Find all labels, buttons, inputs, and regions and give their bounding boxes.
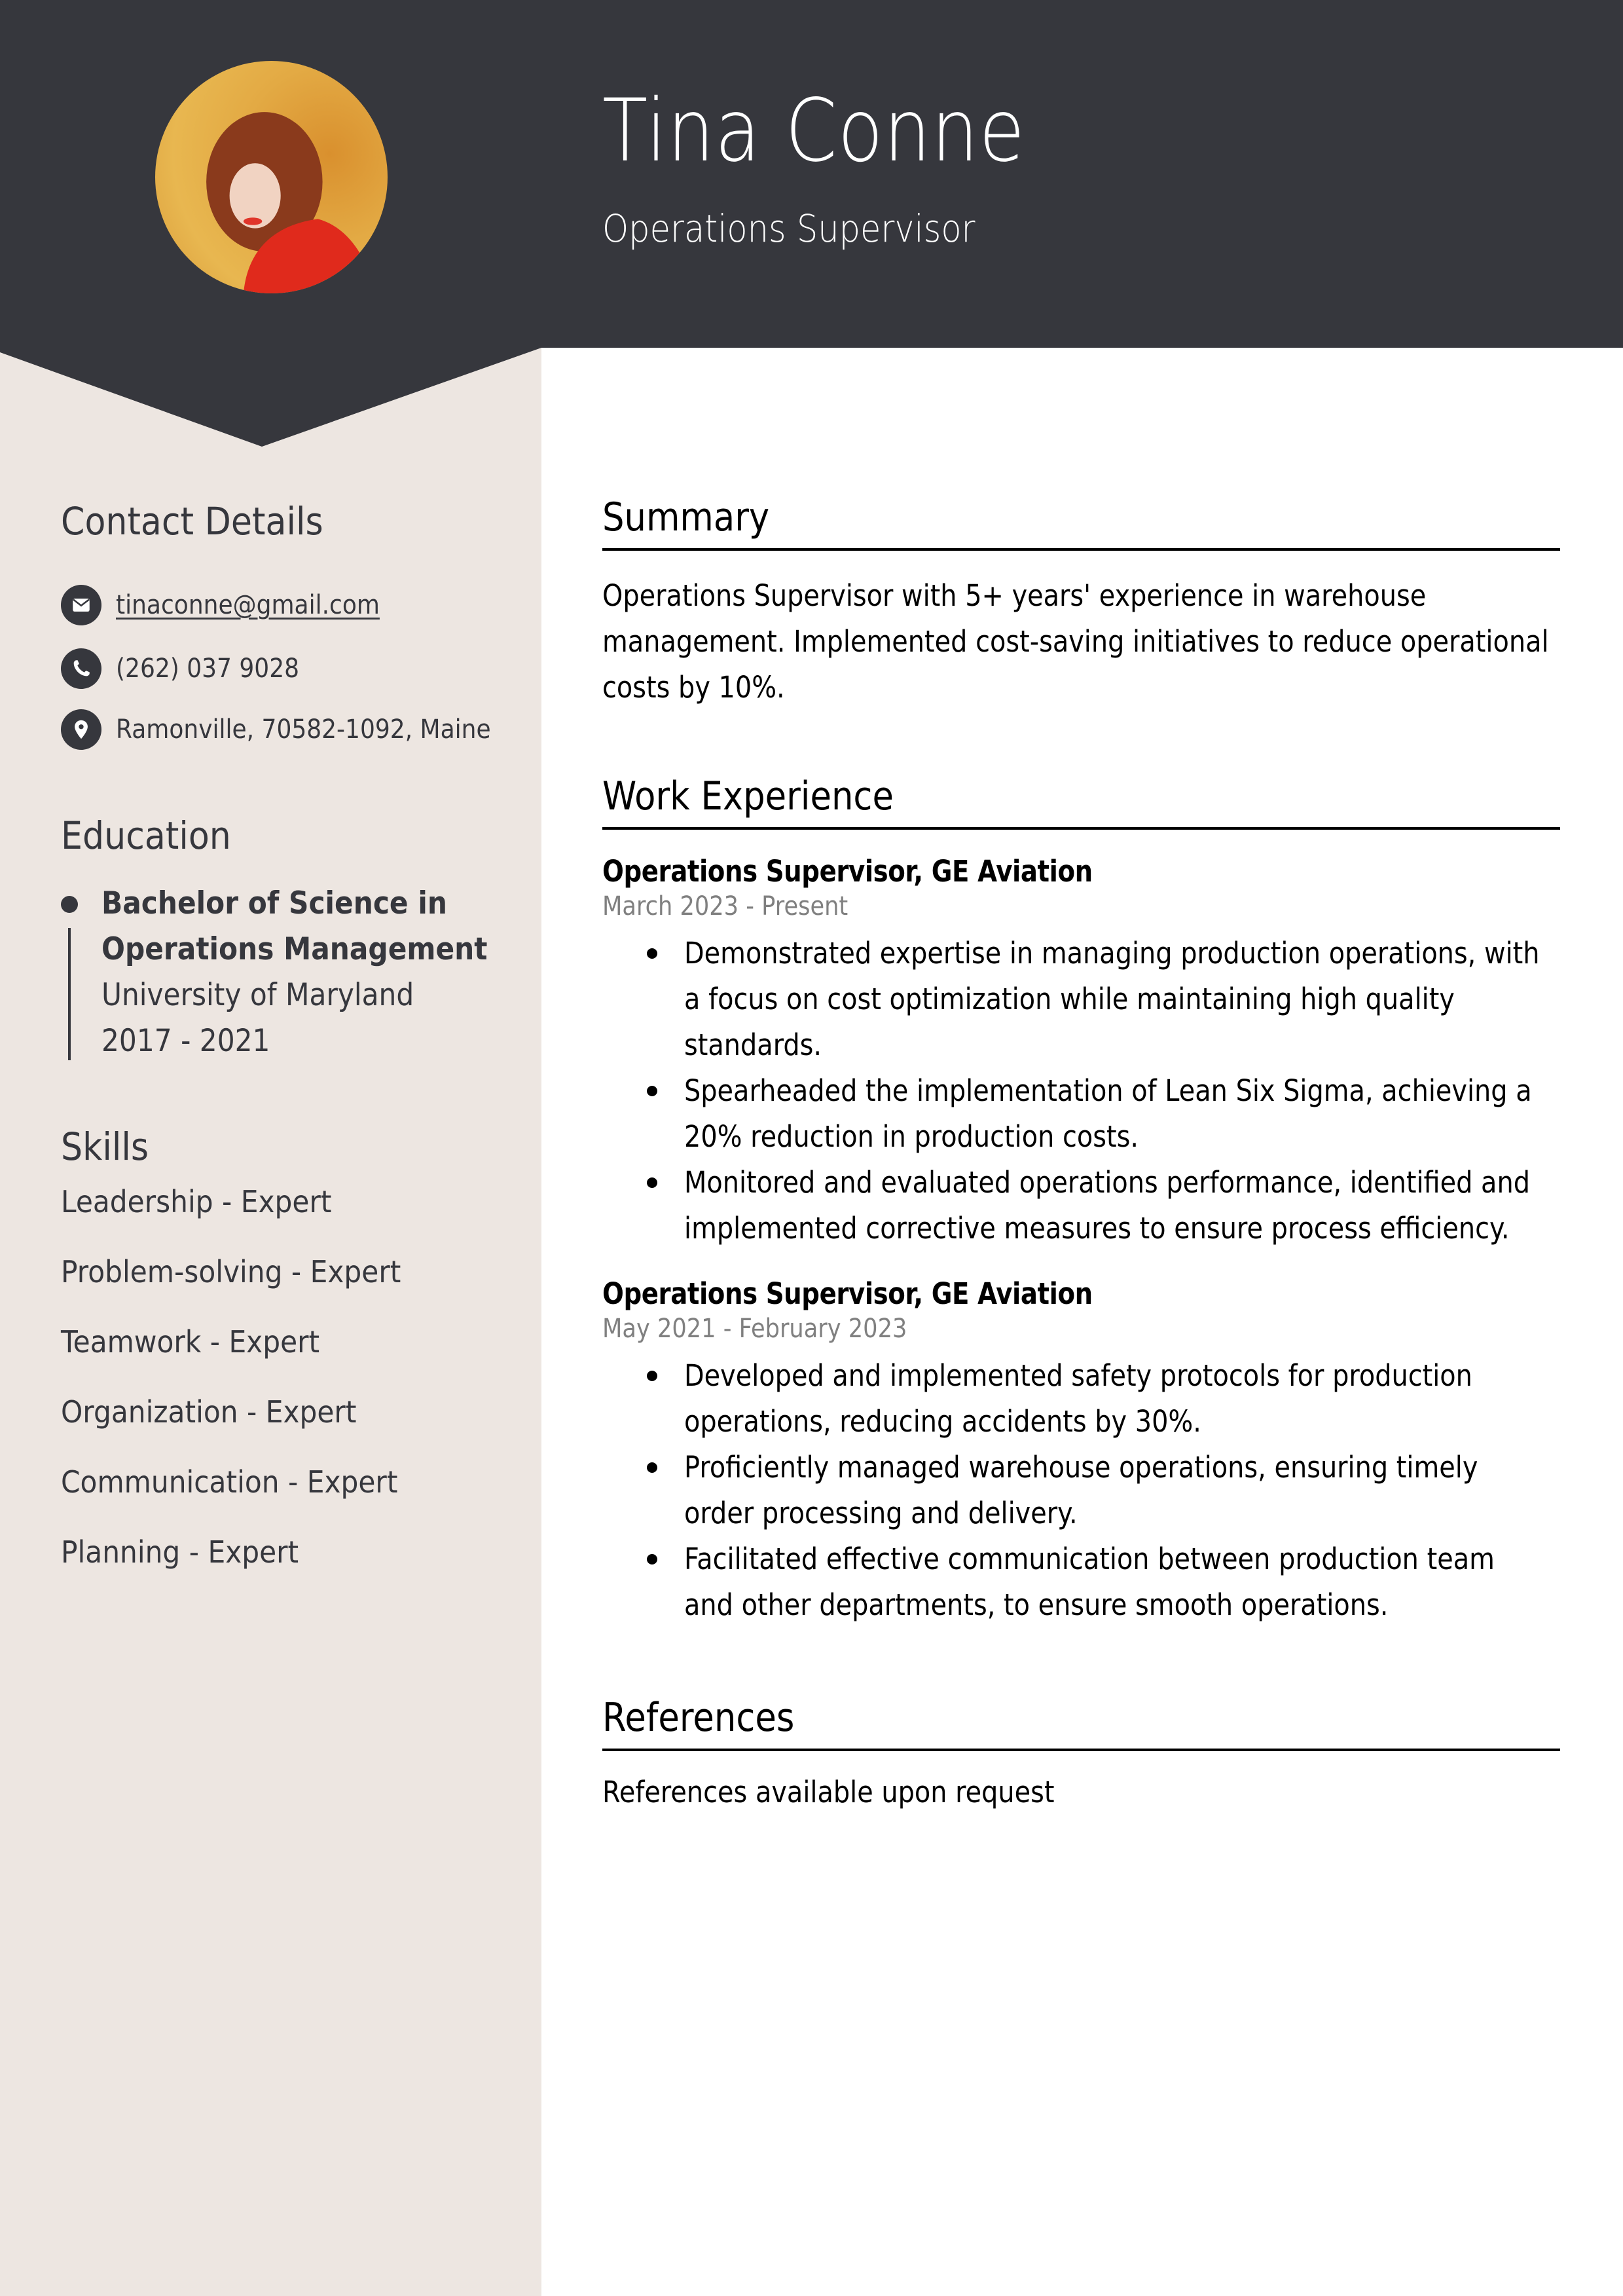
section-divider (602, 827, 1560, 830)
summary-line: costs by 10%. (602, 670, 785, 705)
bullet-icon (647, 1086, 657, 1096)
experience-section: Work Experience Operations Supervisor, G… (602, 773, 1560, 1622)
bullet-icon (647, 1554, 657, 1565)
skill-item: Communication - Expert (61, 1464, 398, 1500)
job-entry: Operations Supervisor, GE Aviation May 2… (602, 1276, 1623, 1628)
references-text: References available upon request (602, 1775, 1055, 1809)
skill-item: Teamwork - Expert (61, 1324, 320, 1360)
bullet-icon (647, 1371, 657, 1381)
job-bullet: Monitored and evaluated operations perfo… (602, 1160, 1623, 1251)
summary-line: Operations Supervisor with 5+ years' exp… (602, 578, 1427, 613)
job-bullet: Developed and implemented safety protoco… (602, 1353, 1623, 1445)
contact-phone: (262) 037 9028 (61, 648, 319, 689)
school-name: University of Maryland (101, 977, 414, 1013)
education-years: 2017 - 2021 (101, 1023, 270, 1059)
job-bullets: Demonstrated expertise in managing produ… (602, 931, 1623, 1251)
bullet-icon (647, 1177, 657, 1188)
education-heading: Education (61, 813, 231, 858)
skill-item: Leadership - Expert (61, 1184, 332, 1219)
section-divider (602, 548, 1560, 551)
summary-line: management. Implemented cost-saving init… (602, 624, 1549, 659)
job-dates: May 2021 - February 2023 (602, 1314, 907, 1344)
job-bullet: Proficiently managed warehouse operation… (602, 1445, 1623, 1536)
references-heading: References (602, 1695, 795, 1741)
timeline-line (68, 928, 71, 1060)
job-bullet: Demonstrated expertise in managing produ… (602, 931, 1623, 1068)
summary-heading: Summary (602, 494, 770, 540)
degree-line-1: Bachelor of Science in (101, 885, 447, 921)
timeline-dot (61, 896, 78, 913)
bullet-icon (647, 1462, 657, 1473)
header-chevron (0, 341, 541, 447)
location-pin-icon (61, 709, 101, 750)
avatar (155, 61, 388, 293)
contact-address: Ramonville, 70582-1092, Maine (61, 709, 532, 750)
section-divider (602, 1749, 1560, 1751)
job-bullets: Developed and implemented safety protoco… (602, 1353, 1623, 1628)
profile-photo (206, 112, 376, 293)
bullet-icon (647, 948, 657, 959)
job-bullet: Spearheaded the implementation of Lean S… (602, 1068, 1623, 1160)
candidate-name: Tina Conne (602, 81, 1026, 181)
skill-item: Planning - Expert (61, 1534, 299, 1570)
summary-text: Operations Supervisor with 5+ years' exp… (602, 573, 1558, 711)
skill-item: Organization - Expert (61, 1394, 357, 1430)
job-dates: March 2023 - Present (602, 891, 848, 921)
phone-text: (262) 037 9028 (116, 654, 300, 684)
summary-section: Summary Operations Supervisor with 5+ ye… (602, 494, 1560, 705)
address-text: Ramonville, 70582-1092, Maine (116, 714, 491, 745)
skills-heading: Skills (61, 1124, 149, 1169)
job-title: Operations Supervisor, GE Aviation (602, 1276, 1093, 1311)
contact-heading: Contact Details (61, 499, 323, 544)
references-section: References References available upon req… (602, 1695, 1560, 1809)
email-link[interactable]: tinaconne@gmail.com (116, 590, 380, 620)
job-title: Operations Supervisor, GE Aviation (602, 854, 1093, 889)
candidate-title: Operations Supervisor (602, 206, 976, 251)
degree-line-2: Operations Management (101, 931, 488, 967)
envelope-icon (61, 585, 101, 625)
job-entry: Operations Supervisor, GE Aviation March… (602, 853, 1623, 1251)
contact-email[interactable]: tinaconne@gmail.com (61, 585, 409, 625)
experience-heading: Work Experience (602, 773, 894, 819)
skill-item: Problem-solving - Expert (61, 1254, 401, 1289)
job-bullet: Facilitated effective communication betw… (602, 1536, 1623, 1628)
skills-list: Leadership - Expert Problem-solving - Ex… (61, 1185, 431, 1606)
phone-icon (61, 648, 101, 689)
